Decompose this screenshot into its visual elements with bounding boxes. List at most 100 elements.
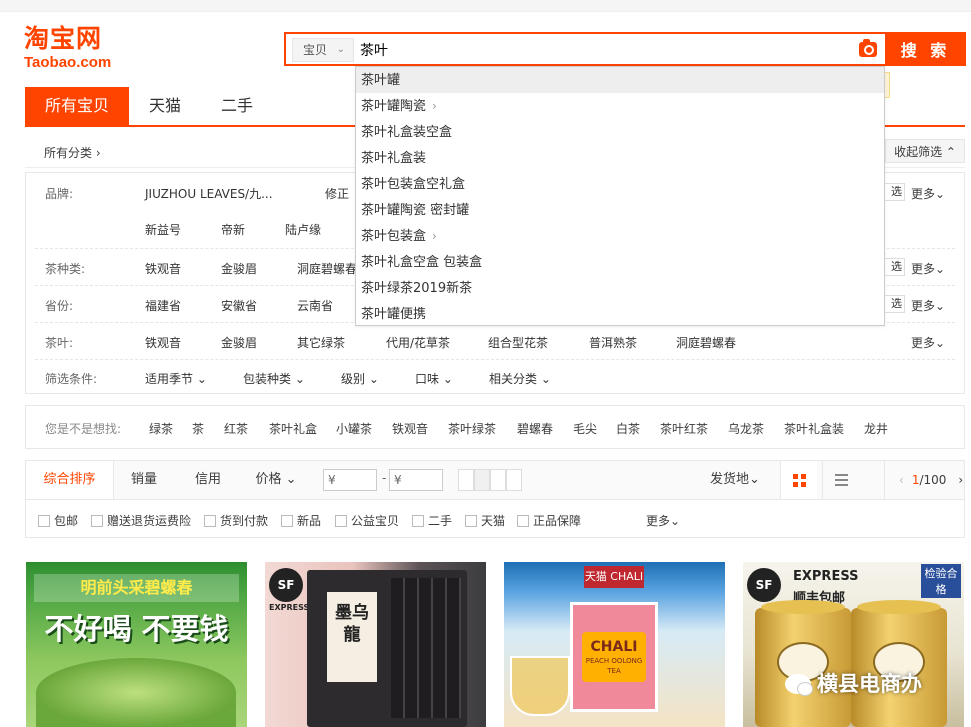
related-word[interactable]: 小罐茶 bbox=[336, 420, 372, 437]
sort-credit[interactable]: 信用 bbox=[178, 461, 238, 499]
filter-value[interactable]: 普洱熟茶 bbox=[589, 334, 637, 351]
more-button[interactable]: 更多⌄ bbox=[911, 260, 945, 277]
filter-value[interactable]: 洞庭碧螺春 bbox=[297, 260, 357, 277]
more-button[interactable]: 更多⌄ bbox=[911, 185, 945, 202]
filter-value[interactable]: JIUZHOU LEAVES/九... bbox=[145, 185, 273, 202]
color-swatch[interactable] bbox=[490, 469, 506, 491]
suggestion-item[interactable]: 茶叶罐便携 bbox=[356, 301, 884, 327]
related-word[interactable]: 绿茶 bbox=[149, 420, 173, 437]
checkbox[interactable] bbox=[281, 515, 293, 527]
related-word[interactable]: 茶 bbox=[192, 420, 204, 437]
suggestion-item[interactable]: 茶叶包装盒空礼盒 bbox=[356, 171, 884, 197]
more-button[interactable]: 更多⌄ bbox=[911, 334, 945, 351]
filter-value[interactable]: 其它绿茶 bbox=[297, 334, 345, 351]
related-word[interactable]: 乌龙茶 bbox=[728, 420, 764, 437]
checkbox[interactable] bbox=[412, 515, 424, 527]
next-page-icon[interactable]: › bbox=[958, 473, 963, 487]
filter-value[interactable]: 洞庭碧螺春 bbox=[676, 334, 736, 351]
more-button[interactable]: 更多⌄ bbox=[911, 297, 945, 314]
related-word[interactable]: 碧螺春 bbox=[517, 420, 553, 437]
filter-value[interactable]: 云南省 bbox=[297, 297, 333, 314]
multi-select-button[interactable]: 选 bbox=[883, 295, 905, 313]
suggestion-item[interactable]: 茶叶罐陶瓷 › bbox=[356, 93, 884, 119]
tab-tmall[interactable]: 天猫 bbox=[135, 87, 195, 125]
suggestion-item[interactable]: 茶叶礼盒装空盒 bbox=[356, 119, 884, 145]
checkbox-return-insurance[interactable]: 赠送退货运费险 bbox=[91, 512, 191, 529]
checkbox[interactable] bbox=[38, 515, 50, 527]
suggestion-item[interactable]: 茶叶包装盒 › bbox=[356, 223, 884, 249]
multi-select-button[interactable]: 选 bbox=[883, 183, 905, 201]
condition-dropdown[interactable]: 级别 ⌄ bbox=[341, 370, 379, 387]
related-word[interactable]: 毛尖 bbox=[573, 420, 597, 437]
filter-value[interactable]: 陆卢缘 bbox=[285, 221, 321, 238]
search-button[interactable]: 搜 索 bbox=[885, 32, 966, 66]
filter-value[interactable]: 安徽省 bbox=[221, 297, 257, 314]
grid-view-button[interactable] bbox=[780, 461, 817, 499]
filter-value[interactable]: 铁观音 bbox=[145, 260, 181, 277]
related-word[interactable]: 茶叶红茶 bbox=[660, 420, 708, 437]
related-word[interactable]: 红茶 bbox=[224, 420, 248, 437]
filter-value[interactable]: 福建省 bbox=[145, 297, 181, 314]
condition-dropdown[interactable]: 包装种类 ⌄ bbox=[243, 370, 305, 387]
color-swatch[interactable] bbox=[506, 469, 522, 491]
price-min-input[interactable]: ¥ bbox=[323, 469, 377, 491]
suggestion-item[interactable]: 茶叶礼盒空盒 包装盒 bbox=[356, 249, 884, 275]
ship-from-dropdown[interactable]: 发货地⌄ bbox=[700, 461, 770, 499]
filter-value[interactable]: 代用/花草茶 bbox=[386, 334, 450, 351]
filter-value[interactable]: 帝新 bbox=[221, 221, 245, 238]
checkbox-second-hand[interactable]: 二手 bbox=[412, 512, 452, 529]
tab-all-items[interactable]: 所有宝贝 bbox=[25, 87, 129, 125]
checkbox-free-shipping[interactable]: 包邮 bbox=[38, 512, 78, 529]
checkbox-charity[interactable]: 公益宝贝 bbox=[335, 512, 399, 529]
price-max-input[interactable]: ¥ bbox=[389, 469, 443, 491]
prev-page-icon[interactable]: ‹ bbox=[899, 473, 904, 487]
condition-dropdown[interactable]: 口味 ⌄ bbox=[415, 370, 453, 387]
sort-default[interactable]: 综合排序 bbox=[26, 461, 114, 499]
checkbox[interactable] bbox=[517, 515, 529, 527]
checkbox-genuine[interactable]: 正品保障 bbox=[517, 512, 581, 529]
suggestion-item[interactable]: 茶叶罐陶瓷 密封罐 bbox=[356, 197, 884, 223]
list-view-button[interactable] bbox=[822, 461, 859, 499]
condition-dropdown[interactable]: 适用季节 ⌄ bbox=[145, 370, 207, 387]
filter-value[interactable]: 铁观音 bbox=[145, 334, 181, 351]
condition-dropdown[interactable]: 相关分类 ⌄ bbox=[489, 370, 551, 387]
related-word[interactable]: 茶叶礼盒装 bbox=[784, 420, 844, 437]
related-word[interactable]: 龙井 bbox=[864, 420, 888, 437]
related-word[interactable]: 白茶 bbox=[616, 420, 640, 437]
search-type-select[interactable]: 宝贝 ⌄ bbox=[292, 38, 354, 62]
checkbox[interactable] bbox=[465, 515, 477, 527]
checkbox[interactable] bbox=[204, 515, 216, 527]
color-swatch[interactable] bbox=[474, 469, 490, 491]
product-image[interactable]: 明前头采碧螺春 不好喝 不要钱 bbox=[26, 562, 247, 727]
tab-second-hand[interactable]: 二手 bbox=[207, 87, 267, 125]
filter-value[interactable]: 金骏眉 bbox=[221, 260, 257, 277]
search-input[interactable] bbox=[360, 37, 850, 63]
sort-price[interactable]: 价格 ⌄ bbox=[244, 461, 308, 499]
collapse-filter-button[interactable]: 收起筛选 ⌃ bbox=[885, 139, 965, 163]
checkbox-cod[interactable]: 货到付款 bbox=[204, 512, 268, 529]
color-swatch[interactable] bbox=[458, 469, 474, 491]
filter-value[interactable]: 金骏眉 bbox=[221, 334, 257, 351]
related-word[interactable]: 铁观音 bbox=[392, 420, 428, 437]
product-image[interactable]: SF EXPRESS 顺丰包邮 墨乌龍 bbox=[265, 562, 486, 727]
multi-select-button[interactable]: 选 bbox=[883, 258, 905, 276]
checks-more-button[interactable]: 更多⌄ bbox=[646, 512, 680, 529]
filter-value[interactable]: 修正 bbox=[325, 185, 349, 202]
checkbox-new[interactable]: 新品 bbox=[281, 512, 321, 529]
camera-icon[interactable] bbox=[859, 39, 877, 57]
sort-sales[interactable]: 销量 bbox=[114, 461, 174, 499]
checkbox[interactable] bbox=[335, 515, 347, 527]
related-word[interactable]: 茶叶礼盒 bbox=[269, 420, 317, 437]
taobao-logo[interactable]: 淘宝网 Taobao.com bbox=[24, 24, 134, 74]
filter-value[interactable]: 新益号 bbox=[145, 221, 181, 238]
product-image[interactable]: SF EXPRESS 顺丰包邮 检验合格 bbox=[743, 562, 964, 727]
suggestion-item[interactable]: 茶叶礼盒装 bbox=[356, 145, 884, 171]
all-categories-link[interactable]: 所有分类 › bbox=[44, 144, 101, 161]
related-word[interactable]: 茶叶绿茶 bbox=[448, 420, 496, 437]
checkbox[interactable] bbox=[91, 515, 103, 527]
suggestion-item[interactable]: 茶叶绿茶2019新茶 bbox=[356, 275, 884, 301]
product-image[interactable]: 天猫 CHALI CHALI PEACH OOLONG TEA bbox=[504, 562, 725, 727]
suggestion-item[interactable]: 茶叶罐 bbox=[356, 67, 884, 93]
checkbox-tmall[interactable]: 天猫 bbox=[465, 512, 505, 529]
filter-value[interactable]: 组合型花茶 bbox=[488, 334, 548, 351]
